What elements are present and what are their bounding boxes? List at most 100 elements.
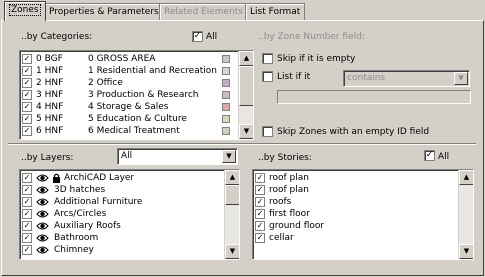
- category-code: 3 HNF: [36, 90, 64, 100]
- category-checkbox[interactable]: ✓: [22, 66, 32, 76]
- scroll-thumb[interactable]: [239, 66, 253, 106]
- category-checkbox[interactable]: ✓: [22, 78, 32, 88]
- category-checkbox[interactable]: ✓: [22, 54, 32, 64]
- layers-scrollbar[interactable]: ▲ ▼: [224, 170, 239, 259]
- zone-number-label: ..by Zone Number field:: [258, 32, 365, 42]
- layers-list[interactable]: ✓ ArchiCAD Layer ✓ 3D hatches ✓ Additional Fu…: [19, 169, 240, 260]
- scroll-thumb[interactable]: [225, 185, 239, 205]
- layer-row[interactable]: ✓ ArchiCAD Layer: [22, 172, 222, 184]
- layer-checkbox[interactable]: ✓: [22, 233, 32, 243]
- eye-icon[interactable]: [36, 209, 49, 219]
- layer-checkbox[interactable]: ✓: [22, 185, 32, 195]
- layer-name: ArchiCAD Layer: [64, 173, 135, 183]
- eye-icon[interactable]: [36, 221, 49, 231]
- zone-number-value-field[interactable]: [277, 90, 471, 104]
- categories-all-label: All: [206, 32, 218, 42]
- layer-row[interactable]: ✓ Auxiliary Roofs: [22, 220, 222, 232]
- divider: [8, 143, 476, 145]
- tab-list-format[interactable]: List Format: [245, 3, 306, 20]
- scroll-up-icon[interactable]: ▲: [459, 170, 473, 185]
- category-row[interactable]: ✓ 0 BGF 0 GROSS AREA: [22, 53, 237, 65]
- skip-empty-id-label: Skip Zones with an empty ID field: [277, 127, 430, 137]
- stories-list[interactable]: ✓ roof plan ✓ roof plan ✓ roofs ✓ first floor ✓ g…: [252, 169, 474, 260]
- story-name: first floor: [269, 209, 310, 219]
- story-checkbox[interactable]: ✓: [255, 233, 265, 243]
- layer-row[interactable]: ✓ Bathroom: [22, 232, 222, 244]
- scroll-up-icon[interactable]: ▲: [225, 170, 239, 185]
- layers-select[interactable]: All ▼: [117, 148, 238, 165]
- stories-all-checkbox[interactable]: ✓: [424, 150, 435, 161]
- eye-icon[interactable]: [36, 185, 49, 195]
- layer-checkbox[interactable]: ✓: [22, 197, 32, 207]
- stories-label: ..by Stories:: [258, 153, 312, 163]
- condition-select[interactable]: contains ▼: [343, 70, 470, 87]
- layer-row[interactable]: ✓ Chimney: [22, 244, 222, 256]
- tab-zones[interactable]: Zones: [4, 1, 46, 21]
- category-code: 1 HNF: [36, 66, 64, 76]
- tab-properties-parameters[interactable]: Properties & Parameters: [44, 3, 164, 20]
- story-row[interactable]: ✓ roofs: [255, 196, 455, 208]
- layer-name: 3D hatches: [54, 185, 106, 195]
- layer-lock-icon[interactable]: [52, 173, 61, 183]
- skip-empty-id-checkbox[interactable]: [262, 126, 273, 137]
- story-name: roofs: [269, 197, 292, 207]
- story-row[interactable]: ✓ roof plan: [255, 184, 455, 196]
- layer-name: Arcs/Circles: [54, 209, 107, 219]
- skip-empty-checkbox[interactable]: [262, 53, 273, 64]
- category-row[interactable]: ✓ 3 HNF 3 Production & Research: [22, 89, 237, 101]
- category-name: 0 GROSS AREA: [88, 54, 156, 64]
- layer-name: Chimney: [54, 245, 94, 255]
- story-checkbox[interactable]: ✓: [255, 173, 265, 183]
- story-name: cellar: [269, 233, 294, 243]
- category-checkbox[interactable]: ✓: [22, 90, 32, 100]
- stories-all-label: All: [438, 152, 450, 162]
- category-code: 2 HNF: [36, 78, 64, 88]
- scroll-down-icon[interactable]: ▼: [459, 244, 473, 259]
- category-row[interactable]: ✓ 6 HNF 6 Medical Treatment: [22, 125, 237, 137]
- eye-icon[interactable]: [36, 245, 49, 255]
- category-checkbox[interactable]: ✓: [22, 126, 32, 136]
- categories-all-checkbox[interactable]: ✓: [192, 31, 203, 42]
- category-row[interactable]: ✓ 1 HNF 1 Residential and Recreation: [22, 65, 237, 77]
- story-row[interactable]: ✓ roof plan: [255, 172, 455, 184]
- category-color-swatch: [222, 67, 230, 75]
- category-checkbox[interactable]: ✓: [22, 102, 32, 112]
- layer-row[interactable]: ✓ Additional Furniture: [22, 196, 222, 208]
- layer-checkbox[interactable]: ✓: [22, 173, 32, 183]
- stories-scrollbar[interactable]: ▲ ▼: [458, 170, 473, 259]
- story-row[interactable]: ✓ ground floor: [255, 220, 455, 232]
- category-checkbox[interactable]: ✓: [22, 114, 32, 124]
- scroll-down-icon[interactable]: ▼: [225, 244, 239, 259]
- scroll-down-icon[interactable]: ▼: [239, 124, 253, 139]
- category-row[interactable]: ✓ 2 HNF 2 Office: [22, 77, 237, 89]
- layer-name: Additional Furniture: [54, 197, 143, 207]
- eye-icon[interactable]: [36, 197, 49, 207]
- layer-row[interactable]: ✓ Arcs/Circles: [22, 208, 222, 220]
- category-row[interactable]: ✓ 5 HNF 5 Education & Culture: [22, 113, 237, 125]
- eye-icon[interactable]: [36, 233, 49, 243]
- story-name: ground floor: [269, 221, 325, 231]
- chevron-down-icon: ▼: [454, 72, 468, 85]
- category-row[interactable]: ✓ 4 HNF 4 Storage & Sales: [22, 101, 237, 113]
- layer-checkbox[interactable]: ✓: [22, 221, 32, 231]
- layer-checkbox[interactable]: ✓: [22, 245, 32, 255]
- categories-scrollbar[interactable]: ▲ ▼: [238, 51, 253, 139]
- category-color-swatch: [222, 115, 230, 123]
- category-color-swatch: [222, 127, 230, 135]
- scroll-up-icon[interactable]: ▲: [239, 51, 253, 66]
- layer-row[interactable]: ✓ 3D hatches: [22, 184, 222, 196]
- story-row[interactable]: ✓ first floor: [255, 208, 455, 220]
- story-checkbox[interactable]: ✓: [255, 209, 265, 219]
- story-checkbox[interactable]: ✓: [255, 197, 265, 207]
- eye-icon[interactable]: [36, 173, 49, 183]
- list-if-checkbox[interactable]: [262, 71, 273, 82]
- story-checkbox[interactable]: ✓: [255, 185, 265, 195]
- story-checkbox[interactable]: ✓: [255, 221, 265, 231]
- skip-empty-label: Skip if it is empty: [277, 54, 356, 64]
- categories-list[interactable]: ✓ 0 BGF 0 GROSS AREA ✓ 1 HNF 1 Residential an…: [19, 50, 254, 140]
- layer-name: Auxiliary Roofs: [54, 221, 121, 231]
- layer-checkbox[interactable]: ✓: [22, 209, 32, 219]
- category-code: 0 BGF: [36, 54, 63, 64]
- story-row[interactable]: ✓ cellar: [255, 232, 455, 244]
- layers-label: ..by Layers:: [21, 153, 74, 163]
